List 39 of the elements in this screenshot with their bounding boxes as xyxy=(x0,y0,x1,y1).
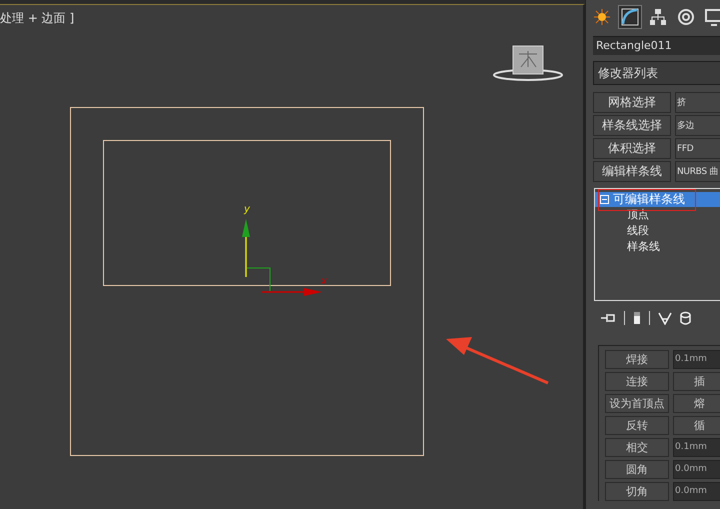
command-button[interactable]: 熔 xyxy=(673,394,720,413)
modifier-button[interactable]: NURBS 曲 xyxy=(675,161,720,182)
object-name-field[interactable]: Rectangle011 xyxy=(593,36,720,55)
viewport-label: 处理 + 边面 ] xyxy=(0,10,74,27)
stack-item-label: 可编辑样条线 xyxy=(613,193,685,206)
modifier-button[interactable]: 多边 xyxy=(675,115,720,136)
modifier-button[interactable]: 挤 xyxy=(675,92,720,113)
command-button[interactable]: 相交 xyxy=(605,438,669,457)
y-axis-label: y xyxy=(244,204,250,215)
cylinder-icon[interactable] xyxy=(680,311,691,325)
command-button[interactable]: 设为首顶点 xyxy=(605,394,669,413)
modifier-button[interactable]: 体积选择 xyxy=(593,138,671,159)
viewport[interactable]: 处理 + 边面 ] y x xyxy=(0,4,585,509)
modifier-button[interactable]: 样条线选择 xyxy=(593,115,671,136)
viewcube-icon[interactable] xyxy=(493,46,563,81)
command-button[interactable]: 焊接 xyxy=(605,350,669,369)
command-button[interactable]: 连接 xyxy=(605,372,669,391)
pin-icon[interactable] xyxy=(600,312,616,324)
value-field[interactable]: 0.1mm xyxy=(673,350,720,369)
command-button[interactable]: 循 xyxy=(673,416,720,435)
command-button[interactable]: 圆角 xyxy=(605,460,669,479)
funnel-icon[interactable] xyxy=(658,311,672,325)
collapse-icon[interactable] xyxy=(600,195,609,204)
x-axis-label: x xyxy=(321,276,327,287)
modifier-list-dropdown[interactable]: 修改器列表 xyxy=(593,61,720,85)
sub-object-item[interactable]: 线段 xyxy=(627,223,720,239)
command-button[interactable]: 插 xyxy=(673,372,720,391)
transform-gizmo-drawing[interactable] xyxy=(242,219,322,296)
value-field[interactable]: 0.0mm xyxy=(673,460,720,479)
curve-icon[interactable] xyxy=(618,5,642,29)
command-button[interactable]: 反转 xyxy=(605,416,669,435)
value-field[interactable]: 0.0mm xyxy=(673,482,720,501)
modifier-button[interactable]: FFD xyxy=(675,138,720,159)
bar-icon[interactable] xyxy=(633,311,641,325)
modifier-button[interactable]: 编辑样条线 xyxy=(593,161,671,182)
value-field[interactable]: 0.1mm xyxy=(673,438,720,457)
command-button[interactable]: 切角 xyxy=(605,482,669,501)
sub-object-item[interactable]: 样条线 xyxy=(627,239,720,255)
modifier-button[interactable]: 网格选择 xyxy=(593,92,671,113)
